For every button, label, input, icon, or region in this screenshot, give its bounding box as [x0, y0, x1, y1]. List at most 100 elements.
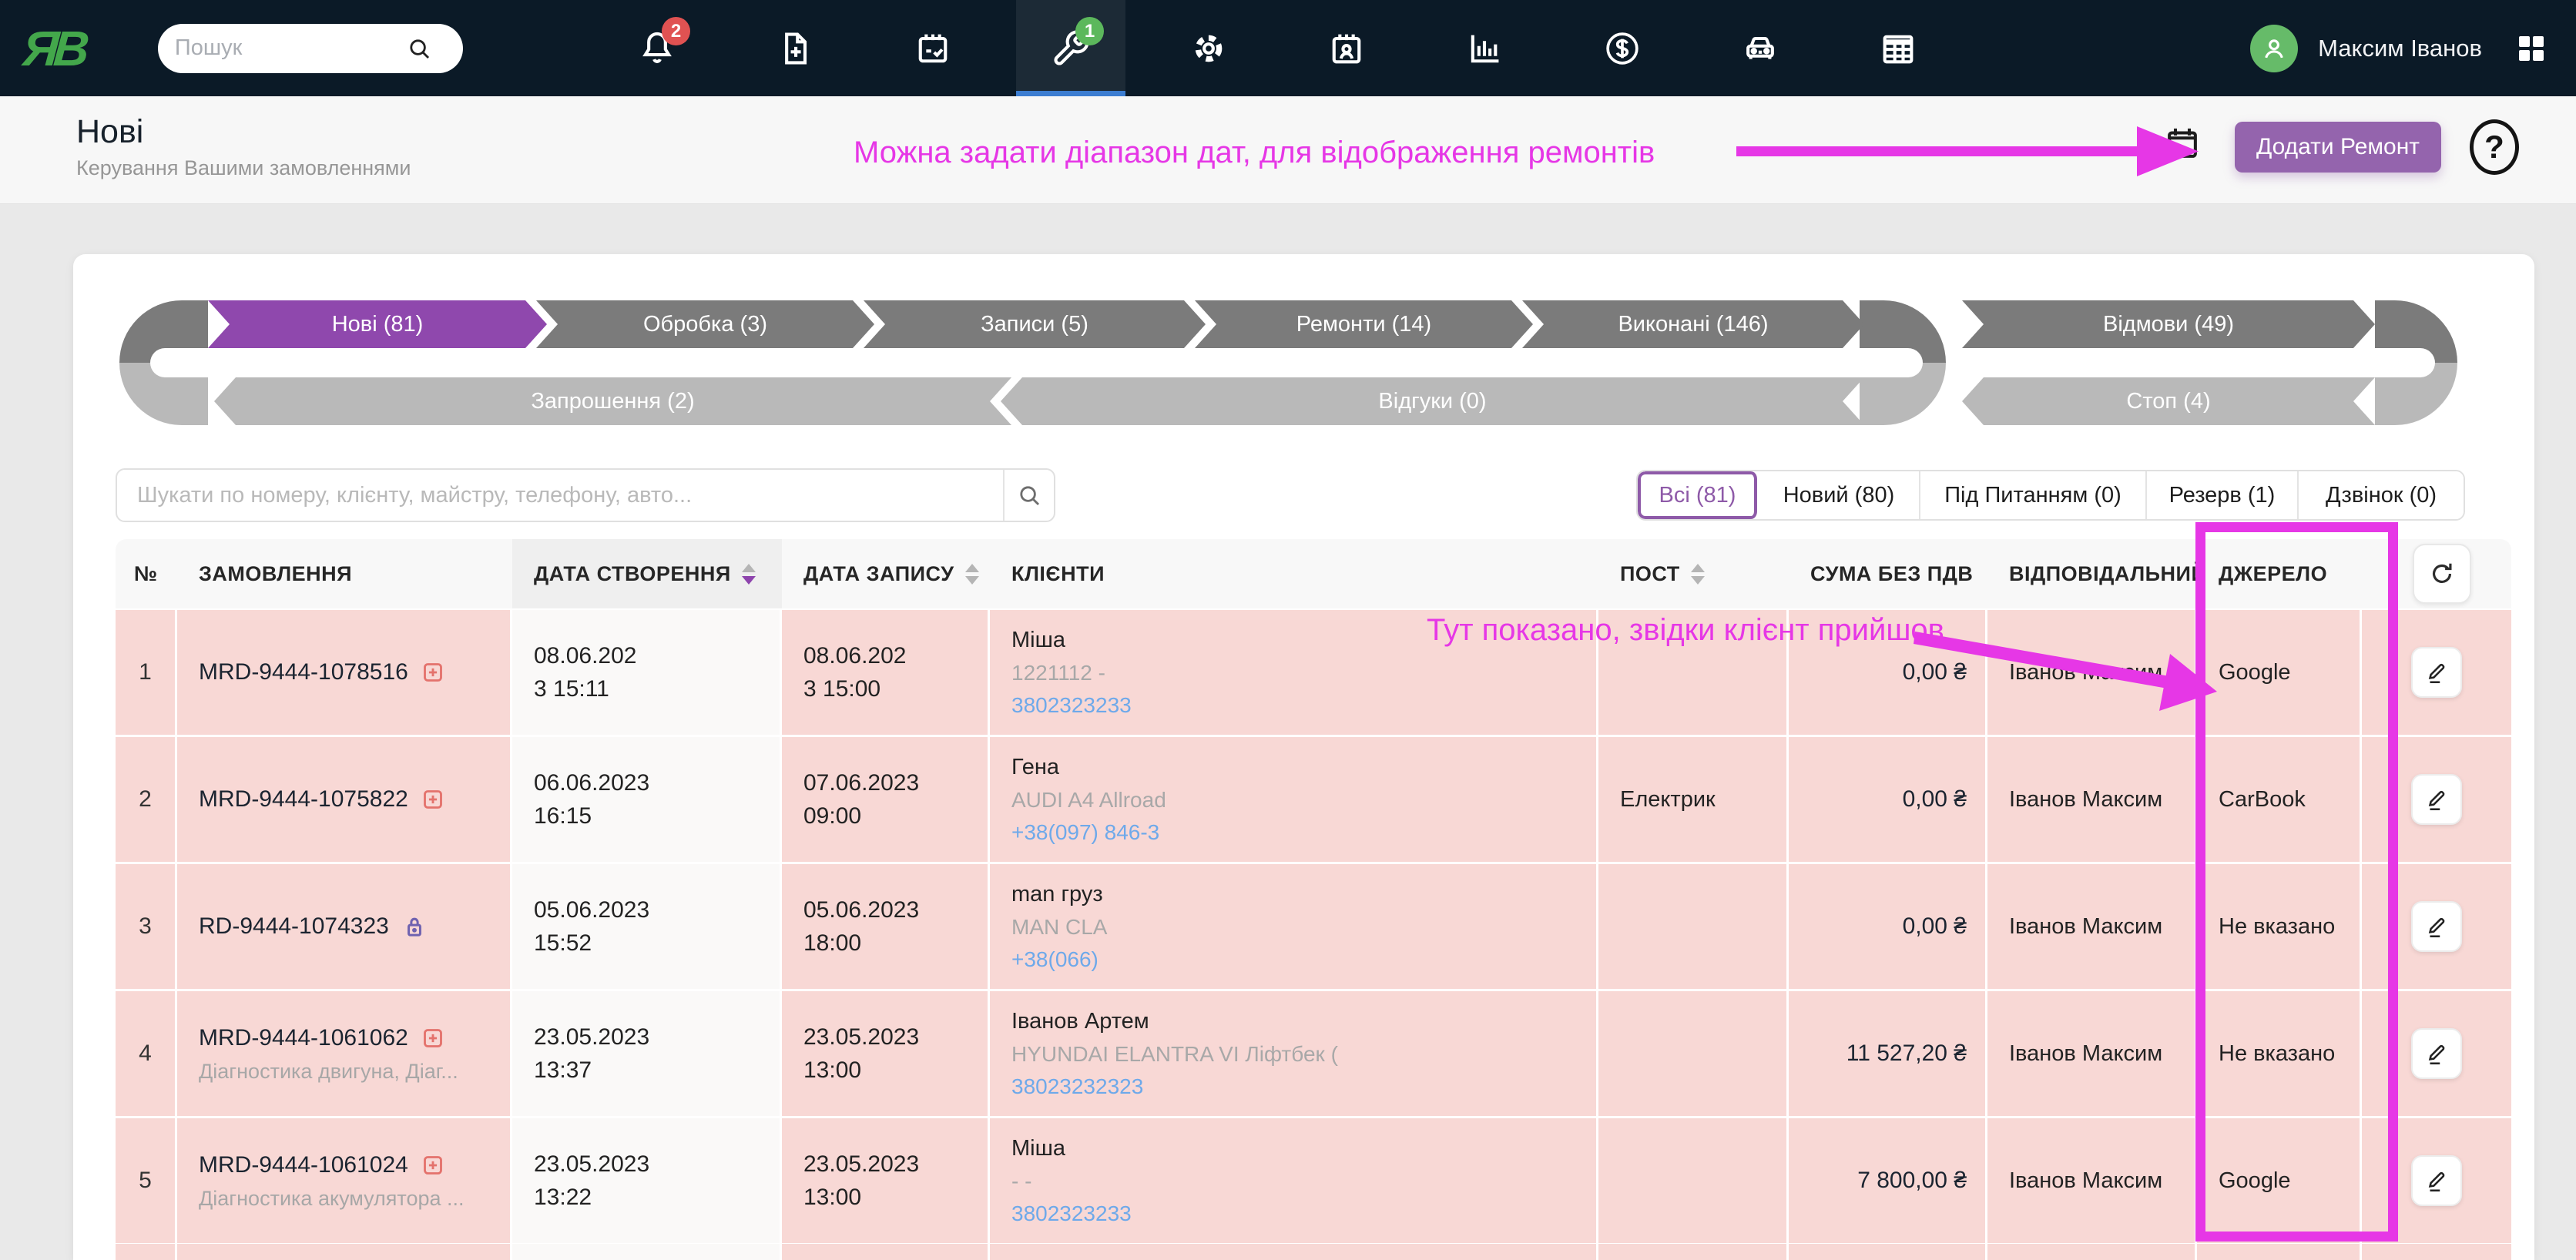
date-range-calendar-icon[interactable] [2162, 122, 2203, 164]
nav-id-card[interactable] [1292, 0, 1401, 96]
orders-search-input[interactable] [117, 483, 1003, 508]
funnel-stage-top-5[interactable]: Відмови (49) [1962, 300, 2375, 348]
cell-sum: 7 800,00 ₴ [1789, 1118, 1987, 1243]
nav-dollar[interactable] [1568, 0, 1677, 96]
nav-wrench[interactable]: 1 [1016, 0, 1125, 96]
filter-tab-1[interactable]: Новий (80) [1759, 471, 1920, 519]
client-phone-link[interactable]: 3802323233 [1011, 1201, 1596, 1226]
refresh-button[interactable] [2413, 544, 2471, 604]
column-header-3[interactable]: ДАТА ЗАПИСУ [782, 539, 990, 608]
funnel-stage-top-1[interactable]: Обробка (3) [536, 300, 874, 348]
edit-order-button[interactable] [2411, 901, 2462, 952]
table-row[interactable]: 5MRD-9444-1061024Діагностика акумулятора… [116, 1118, 2511, 1243]
partial-row-cell [512, 1244, 782, 1260]
edit-order-button[interactable] [2411, 1028, 2462, 1079]
column-header-2[interactable]: ДАТА СТВОРЕННЯ [512, 539, 782, 608]
nav-bell[interactable]: 2 [602, 0, 712, 96]
table-row[interactable]: 4MRD-9444-1061062Діагностика двигуна, Ді… [116, 991, 2511, 1116]
nav-table[interactable] [1843, 0, 1953, 96]
nav-car[interactable] [1706, 0, 1815, 96]
client-phone-link[interactable]: 3802323233 [1011, 693, 1596, 718]
cell-actions [2362, 737, 2511, 862]
order-subtitle: Діагностика двигуна, Діаг... [199, 1060, 510, 1084]
date-record-line: 23.05.2023 [803, 1020, 988, 1054]
global-search-input[interactable] [175, 35, 406, 61]
nav-bar-chart[interactable] [1430, 0, 1539, 96]
client-phone-link[interactable]: +38(097) 846-3 [1011, 820, 1596, 845]
order-number[interactable]: MRD-9444-1075822 [199, 786, 408, 813]
column-label: ДАТА ЗАПИСУ [803, 562, 954, 586]
orders-search[interactable] [116, 468, 1055, 522]
global-search[interactable] [158, 24, 463, 73]
table-row[interactable]: 1MRD-9444-107851608.06.2023 15:1108.06.2… [116, 610, 2511, 735]
date-record-line: 23.05.2023 [803, 1148, 988, 1181]
filter-tab-3[interactable]: Резерв (1) [2147, 471, 2299, 519]
filter-tab-4[interactable]: Дзвінок (0) [2299, 471, 2464, 519]
cell-actions [2362, 1118, 2511, 1243]
funnel-stage-bottom-0[interactable]: Запрошення (2) [214, 377, 1011, 425]
nav-file-plus[interactable] [740, 0, 850, 96]
edit-order-button[interactable] [2411, 647, 2462, 698]
edit-order-button[interactable] [2411, 774, 2462, 825]
column-header-5[interactable]: ПОСТ [1598, 539, 1789, 608]
sort-icon[interactable] [1691, 564, 1705, 585]
date-created-line: 3 15:11 [534, 672, 780, 706]
cell-post [1598, 610, 1789, 735]
column-header-9 [2362, 539, 2511, 608]
avatar[interactable] [2250, 25, 2298, 72]
date-created-line: 13:37 [534, 1054, 780, 1087]
cell-order: MRD-9444-1061024Діагностика акумулятора … [177, 1118, 512, 1243]
column-header-0: № [116, 539, 177, 608]
plus-square-icon [419, 786, 447, 813]
help-button[interactable]: ? [2470, 119, 2519, 175]
nav-calendar-check[interactable] [878, 0, 988, 96]
order-number[interactable]: MRD-9444-1061062 [199, 1025, 408, 1051]
funnel-stage-top-3[interactable]: Ремонти (14) [1195, 300, 1533, 348]
cell-order: RD-9444-1074323 [177, 864, 512, 989]
column-label: ЗАМОВЛЕННЯ [199, 562, 352, 586]
cell-post [1598, 991, 1789, 1116]
dollar-icon [1602, 28, 1642, 69]
edit-order-button[interactable] [2411, 1155, 2462, 1206]
column-label: ДАТА СТВОРЕННЯ [534, 562, 731, 586]
cell-row-number: 3 [116, 864, 177, 989]
nav-badge: 2 [662, 17, 690, 45]
partial-row-cell [1598, 1244, 1789, 1260]
cell-sum: 0,00 ₴ [1789, 864, 1987, 989]
column-label: ВІДПОВІДАЛЬНИЙ [2009, 562, 2206, 586]
client-phone-link[interactable]: 38023232323 [1011, 1074, 1596, 1099]
table-icon [1878, 28, 1918, 69]
table-row[interactable]: 3RD-9444-107432305.06.202315:5205.06.202… [116, 864, 2511, 989]
orders-search-button[interactable] [1003, 470, 1054, 521]
sort-icon[interactable] [965, 564, 979, 585]
column-header-8: ДЖЕРЕЛО [2197, 539, 2362, 608]
order-number[interactable]: RD-9444-1074323 [199, 913, 389, 940]
funnel-stage-bottom-1[interactable]: Відгуки (0) [1001, 377, 1864, 425]
funnel-stage-top-4[interactable]: Виконані (146) [1522, 300, 1864, 348]
cell-date-record: 23.05.202313:00 [782, 991, 990, 1116]
nav-gear[interactable] [1154, 0, 1263, 96]
client-phone-link[interactable]: +38(066) [1011, 947, 1596, 972]
sort-icon[interactable] [742, 564, 756, 585]
filter-tab-0[interactable]: Всі (81) [1638, 471, 1759, 519]
cell-client: Міша- -3802323233 [990, 1118, 1598, 1243]
main-nav: 21 [602, 0, 1981, 96]
funnel-stage-top-0[interactable]: Нові (81) [208, 300, 547, 348]
partial-row-cell [2362, 1244, 2511, 1260]
cell-date-record: 08.06.2023 15:00 [782, 610, 990, 735]
filter-tab-2[interactable]: Під Питанням (0) [1920, 471, 2147, 519]
funnel-stage-top-2[interactable]: Записи (5) [864, 300, 1206, 348]
date-record-line: 3 15:00 [803, 672, 988, 706]
order-number[interactable]: MRD-9444-1078516 [199, 659, 408, 685]
column-label: СУМА БЕЗ ПДВ [1810, 562, 1973, 586]
table-row[interactable]: 2MRD-9444-107582206.06.202316:1507.06.20… [116, 737, 2511, 862]
funnel-stage-bottom-2[interactable]: Стоп (4) [1962, 377, 2375, 425]
user-icon [2259, 34, 2289, 63]
table-body: 1MRD-9444-107851608.06.2023 15:1108.06.2… [116, 608, 2511, 1243]
apps-grid-icon[interactable] [2513, 30, 2550, 67]
date-record-line: 18:00 [803, 927, 988, 960]
add-repair-button[interactable]: Додати Ремонт [2235, 122, 2441, 173]
order-number[interactable]: MRD-9444-1061024 [199, 1152, 408, 1178]
partial-row-cell [1987, 1244, 2197, 1260]
user-box[interactable]: Максим Іванов [2250, 0, 2550, 96]
